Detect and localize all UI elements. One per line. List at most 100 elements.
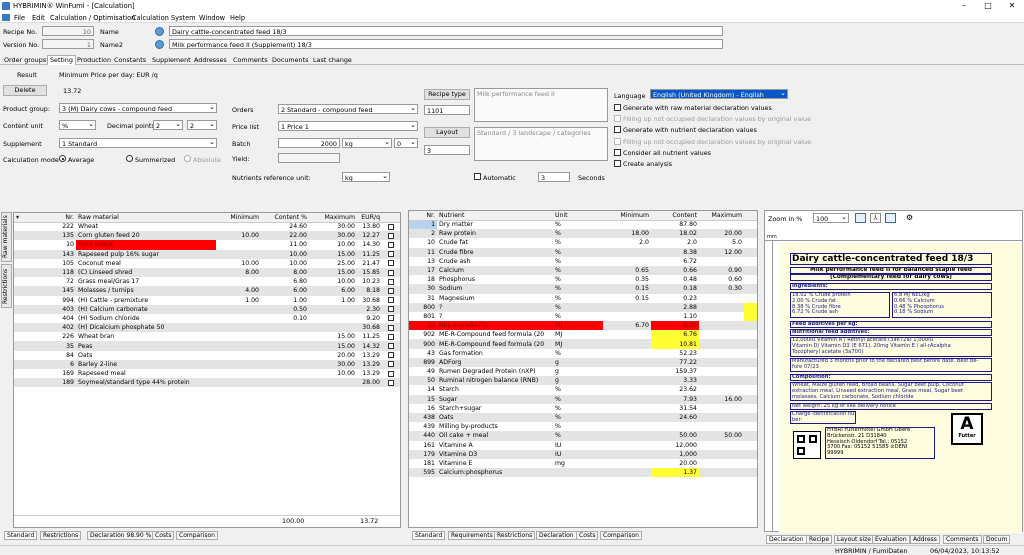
table-cell[interactable]: % <box>553 422 603 431</box>
table-cell[interactable] <box>603 459 651 468</box>
table-cell[interactable]: 5.0 <box>699 238 744 247</box>
table-row[interactable]: 35 Peas 15.00 14.32 <box>14 341 400 351</box>
table-cell[interactable]: 0.15 <box>603 294 651 303</box>
table-cell[interactable]: 404 <box>28 314 76 323</box>
table-cell[interactable]: Starch <box>437 385 553 394</box>
table-cell[interactable]: IU <box>553 449 603 459</box>
table-cell[interactable] <box>603 385 651 394</box>
table-cell[interactable]: 8.00 <box>261 267 309 278</box>
table-cell[interactable]: IU <box>553 441 603 450</box>
table-row[interactable]: 902 ME-R-Compound feed formula (20 MJ 6.76 <box>409 330 757 340</box>
table-cell[interactable]: 20.00 <box>651 459 699 468</box>
table-cell[interactable]: Vitamine A <box>437 441 553 450</box>
tab-documents[interactable]: Documents <box>270 56 310 64</box>
table-row[interactable]: 226 Wheat bran 15.00 11.25 <box>14 332 400 341</box>
table-cell[interactable]: 30.00 <box>309 222 357 231</box>
col-nutrient-minimum[interactable]: Minimum <box>603 211 651 221</box>
table-cell[interactable] <box>699 412 744 423</box>
supplement-select[interactable]: 1 Standard <box>59 138 217 148</box>
table-cell[interactable] <box>699 349 744 358</box>
table-cell[interactable]: 0.48 <box>651 275 699 284</box>
table-cell[interactable]: 6.70 <box>603 321 651 331</box>
table-cell[interactable] <box>699 376 744 386</box>
table-cell[interactable]: (H) Dicalcium phosphate 50 <box>76 323 216 333</box>
row-checkbox[interactable] <box>382 222 400 231</box>
table-cell[interactable]: Wheat bran <box>76 332 216 341</box>
table-cell[interactable]: 30 <box>409 284 437 294</box>
table-row[interactable]: 189 Soymeal/standard type 44% protein 28.0… <box>14 378 400 388</box>
table-cell[interactable]: 6.00 <box>261 286 309 296</box>
option-checkbox-2[interactable] <box>614 126 621 133</box>
image-icon[interactable] <box>885 213 896 223</box>
table-cell[interactable]: 31 <box>409 294 437 303</box>
tab-production[interactable]: Production <box>75 56 113 64</box>
product-group-select[interactable]: 3 (M) Dairy cows - compound feed <box>59 103 217 113</box>
table-cell[interactable] <box>216 323 261 333</box>
table-cell[interactable] <box>261 341 309 351</box>
col-unit[interactable]: Unit <box>553 211 603 221</box>
table-cell[interactable]: % <box>553 275 603 284</box>
table-cell[interactable] <box>553 468 603 478</box>
table-cell[interactable]: 13.29 <box>357 351 382 360</box>
table-cell[interactable]: ME-R-Compound feed formula (20 <box>437 330 553 339</box>
tab-addresses[interactable]: Addresses <box>192 56 229 64</box>
table-cell[interactable] <box>603 412 651 423</box>
table-cell[interactable]: 28.00 <box>357 378 382 388</box>
table-cell[interactable]: 1.00 <box>261 296 309 305</box>
table-row[interactable]: 439 Milling by-products% <box>409 422 757 431</box>
col-nutrient[interactable]: Nutrient <box>437 211 553 221</box>
frame-icon[interactable] <box>855 213 866 223</box>
table-cell[interactable] <box>216 341 261 351</box>
table-row[interactable]: 16 Starch+sugar% 31.54 <box>409 404 757 413</box>
table-cell[interactable] <box>699 330 744 339</box>
table-cell[interactable]: g <box>553 376 603 386</box>
table-cell[interactable] <box>603 349 651 358</box>
name-globe-icon[interactable] <box>155 27 164 36</box>
decl-tab-evaluation[interactable]: Evaluation <box>872 535 910 544</box>
recipe-type-field[interactable]: 1101 <box>424 105 470 115</box>
option-checkbox-0[interactable] <box>614 104 621 111</box>
table-cell[interactable]: 18.02 <box>651 229 699 239</box>
table-cell[interactable]: Sugar <box>437 394 553 404</box>
pdf-icon[interactable]: ⅄ <box>870 213 881 223</box>
table-cell[interactable]: 8.00 <box>216 267 261 278</box>
table-cell[interactable]: % <box>553 404 603 413</box>
table-cell[interactable] <box>216 369 261 378</box>
table-cell[interactable]: 30.00 <box>309 359 357 369</box>
table-cell[interactable] <box>603 404 651 413</box>
table-cell[interactable] <box>699 404 744 413</box>
option-checkbox-4[interactable] <box>614 149 621 156</box>
name2-globe-icon[interactable] <box>155 40 164 49</box>
table-cell[interactable]: ? <box>437 302 553 312</box>
table-cell[interactable]: 105 <box>28 259 76 268</box>
table-cell[interactable]: 6.76 <box>651 330 699 340</box>
table-cell[interactable]: 13.29 <box>357 359 382 369</box>
table-cell[interactable]: 17 <box>409 265 437 276</box>
table-row[interactable]: 6 Barley 2-line 30.00 13.29 <box>14 359 400 369</box>
table-cell[interactable] <box>309 323 357 333</box>
table-cell[interactable]: 10.00 <box>216 231 261 241</box>
table-cell[interactable]: 20.00 <box>699 229 744 239</box>
col-nr[interactable]: Nr. <box>28 213 76 223</box>
table-row[interactable]: 161 Vitamine A IU 12,000 <box>409 441 757 450</box>
layout-button[interactable]: Layout <box>424 127 470 138</box>
side-tab-restrictions[interactable]: Restrictions <box>1 264 12 308</box>
table-row[interactable]: 31 Magnesium% 0.15 0.23 <box>409 294 757 303</box>
table-cell[interactable] <box>699 367 744 376</box>
table-cell[interactable]: 13 <box>409 257 437 266</box>
table-cell[interactable]: MJ <box>553 330 603 339</box>
table-cell[interactable] <box>216 277 261 286</box>
table-cell[interactable]: 12.00 <box>699 247 744 257</box>
table-cell[interactable]: 50.00 <box>699 431 744 441</box>
table-cell[interactable]: 10.00 <box>309 240 357 249</box>
table-cell[interactable]: 226 <box>28 332 76 341</box>
table-cell[interactable] <box>216 332 261 341</box>
table-cell[interactable]: Rapeseed pulp 16% sugar <box>76 249 216 259</box>
table-cell[interactable]: 11.00 <box>261 240 309 249</box>
table-cell[interactable]: (H) Cattle - premixture <box>76 296 216 305</box>
table-cell[interactable]: MJ <box>553 321 603 331</box>
table-cell[interactable]: % <box>553 257 603 266</box>
table-cell[interactable] <box>603 302 651 312</box>
tab-supplement[interactable]: Supplement <box>150 56 193 64</box>
table-cell[interactable] <box>699 257 744 266</box>
